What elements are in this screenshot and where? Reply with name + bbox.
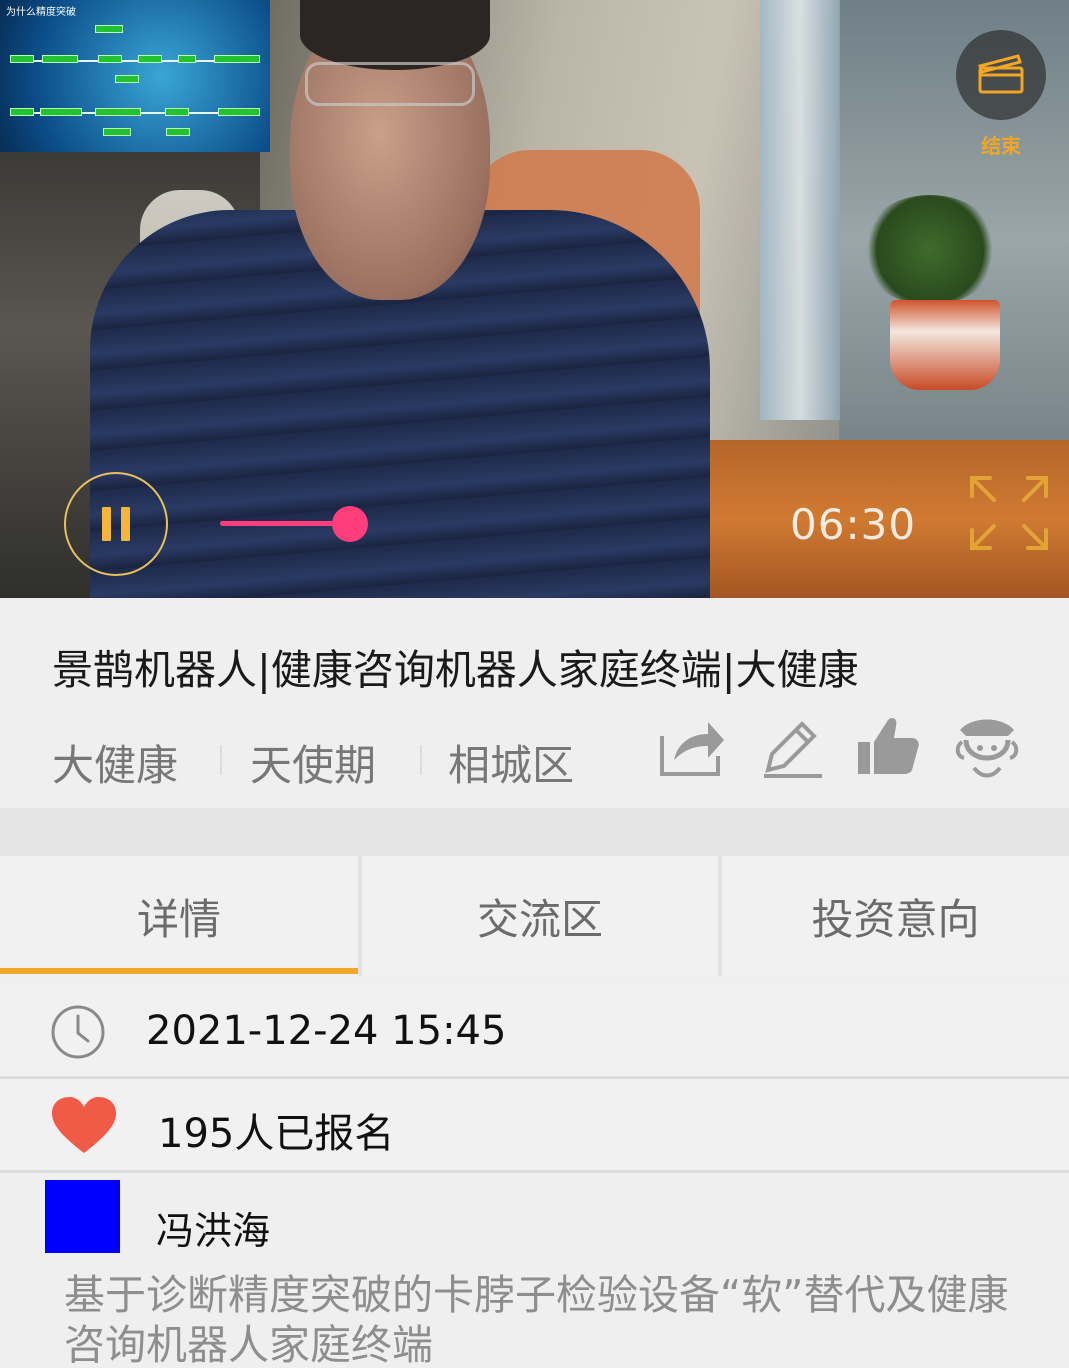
heart-icon [50, 1095, 118, 1159]
progress-bar[interactable] [220, 521, 350, 526]
pip-slide-title: 为什么精度突破 [6, 7, 76, 18]
project-description: 基于诊断精度突破的卡脖子检验设备“软”替代及健康咨询机器人家庭终端 [64, 1271, 1009, 1368]
fullscreen-button[interactable] [968, 474, 1050, 552]
pip-diagram-box [115, 75, 139, 83]
pip-diagram-box [103, 128, 131, 136]
clock-icon [50, 1004, 106, 1064]
signup-row: 195人已报名 [0, 1079, 1069, 1173]
pip-diagram-box [10, 55, 34, 63]
avatar[interactable] [45, 1180, 120, 1253]
video-background [890, 300, 1000, 390]
playback-time: 06:30 [790, 500, 917, 549]
pip-diagram-box [138, 55, 162, 63]
pip-diagram-box [40, 108, 82, 116]
end-live-circle[interactable] [956, 30, 1046, 120]
author-name[interactable]: 冯洪海 [156, 1200, 270, 1255]
end-live-label: 结束 [981, 134, 1021, 158]
pip-slide-preview[interactable]: 为什么精度突破 [0, 0, 270, 152]
pip-diagram-box [214, 55, 260, 63]
datetime-row: 2021-12-24 15:45 [0, 984, 1069, 1079]
tab-bar: 详情 交流区 投资意向 [0, 856, 1069, 976]
app-screen: 为什么精度突破 结束 06:30 景鹊机器人|健康咨询机器人家庭终端|大健康 大… [0, 0, 1069, 1368]
pip-diagram-box [218, 108, 260, 116]
customer-service-button[interactable] [952, 712, 1022, 782]
tag-stage: 天使期 [250, 741, 377, 790]
video-background [860, 195, 1000, 305]
pip-diagram-box [165, 108, 189, 116]
pause-icon [97, 507, 135, 541]
pause-button[interactable] [64, 472, 168, 576]
fullscreen-icon [968, 476, 1050, 556]
edit-icon [756, 721, 826, 786]
pip-diagram-box [178, 55, 196, 63]
pip-diagram-box [98, 55, 122, 63]
tag-divider [420, 745, 422, 775]
pip-diagram-box [166, 128, 190, 136]
pip-diagram-box [42, 55, 78, 63]
pip-diagram-box [95, 108, 141, 116]
tab-investment-intent[interactable]: 投资意向 [722, 856, 1069, 976]
presenter-figure [300, 0, 490, 70]
progress-thumb[interactable] [332, 506, 368, 542]
service-agent-icon [952, 719, 1022, 786]
edit-button[interactable] [756, 712, 826, 782]
event-datetime: 2021-12-24 15:45 [146, 1008, 507, 1054]
section-separator [0, 808, 1069, 856]
video-background [760, 0, 840, 420]
signup-count: 195人已报名 [158, 1111, 395, 1157]
clapperboard-icon [976, 50, 1026, 100]
share-button[interactable] [656, 712, 726, 782]
tag-divider [220, 745, 222, 775]
presenter-figure [305, 62, 475, 106]
share-icon [656, 722, 726, 786]
pip-diagram-box [10, 108, 34, 116]
tab-discussion[interactable]: 交流区 [362, 856, 718, 976]
end-live-button[interactable]: 结束 [956, 30, 1046, 158]
tag-industry: 大健康 [52, 741, 179, 790]
video-player[interactable]: 为什么精度突破 结束 06:30 [0, 0, 1069, 598]
like-button[interactable] [854, 712, 924, 782]
pip-diagram-box [95, 25, 123, 33]
project-title: 景鹊机器人|健康咨询机器人家庭终端|大健康 [52, 646, 859, 694]
active-tab-indicator [0, 968, 358, 974]
tag-region: 相城区 [448, 741, 575, 790]
thumbs-up-icon [854, 718, 924, 786]
tab-details[interactable]: 详情 [0, 856, 358, 976]
